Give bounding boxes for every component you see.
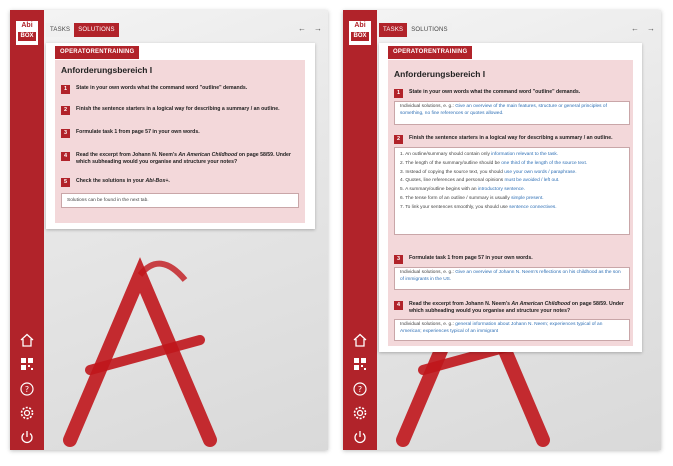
task-item: 1 State in your own words what the comma… (61, 85, 299, 94)
solution-box: Individual solutions, e. g.: general inf… (394, 319, 630, 341)
task-number: 3 (394, 255, 403, 264)
home-icon[interactable] (352, 332, 368, 348)
task-text: Formulate task 1 from page 57 in your ow… (76, 129, 200, 135)
task-text: State in your own words what the command… (76, 85, 248, 91)
svg-text:?: ? (358, 385, 362, 394)
page-navigation: ← → (298, 24, 322, 33)
task-number: 5 (61, 178, 70, 187)
tab-bar: TASKS SOLUTIONS (46, 23, 119, 37)
power-icon[interactable] (352, 429, 368, 445)
settings-icon[interactable] (19, 405, 35, 421)
list-item: 4. Quotes, line references and personal … (400, 178, 560, 184)
sidebar: Abi BOX ? (343, 10, 377, 450)
section-title: Anforderungsbereich I (61, 65, 153, 75)
task-number: 1 (61, 85, 70, 94)
task-item: 2 Finish the sentence starters in a logi… (394, 135, 630, 144)
list-item: 7. To link your sentences smoothly, you … (400, 204, 557, 210)
solution-box: Individual solutions, e. g.: Give an ove… (394, 101, 630, 125)
solution-card: OPERATORENTRAINING Anforderungsbereich I… (379, 43, 642, 352)
svg-text:?: ? (25, 385, 29, 394)
prev-arrow-icon[interactable]: ← (631, 24, 639, 33)
list-item: 5. A summary/outline begins with an intr… (400, 187, 526, 193)
task-text: State in your own words what the command… (409, 89, 581, 95)
tab-bar: TASKS SOLUTIONS (379, 23, 452, 37)
abi-box-logo[interactable]: Abi BOX (15, 20, 39, 46)
task-number: 4 (394, 301, 403, 310)
task-item: 4 Read the excerpt from Johann N. Neem's… (394, 301, 630, 315)
prev-arrow-icon[interactable]: ← (298, 24, 306, 33)
task-text: Check the solutions in your Abi-Box+. (76, 178, 170, 184)
card-body: Anforderungsbereich I 1 State in your ow… (388, 60, 633, 346)
help-icon[interactable]: ? (352, 381, 368, 397)
list-item: 1. An outline/summary should contain onl… (400, 152, 559, 157)
tablet-screen-tasks: Abi BOX ? TASKS SOLUTIONS ← → OPERATOREN… (10, 10, 328, 450)
power-icon[interactable] (19, 429, 35, 445)
task-text: Read the excerpt from Johann N. Neem's A… (409, 301, 624, 314)
task-item: 1 State in your own words what the comma… (394, 89, 630, 98)
task-item: 4 Read the excerpt from Johann N. Neem's… (61, 152, 299, 166)
task-text: Finish the sentence starters in a logica… (409, 135, 613, 141)
page-navigation: ← → (631, 24, 655, 33)
qr-code-icon[interactable] (19, 356, 35, 372)
card-header: OPERATORENTRAINING (388, 46, 473, 59)
list-item: 6. The tense form of an outline / summar… (400, 195, 544, 201)
solution-list: 1. An outline/summary should contain onl… (400, 152, 624, 211)
abi-box-logo[interactable]: Abi BOX (348, 20, 372, 46)
task-item: 3 Formulate task 1 from page 57 in your … (394, 255, 630, 264)
task-text: Read the excerpt from Johann N. Neem's A… (76, 152, 291, 165)
card-header: OPERATORENTRAINING (55, 46, 140, 59)
next-arrow-icon[interactable]: → (314, 24, 322, 33)
solution-note: Solutions can be found in the next tab. (61, 193, 299, 208)
task-item: 3 Formulate task 1 from page 57 in your … (61, 129, 299, 138)
list-item: 3. Instead of copying the source text, y… (400, 169, 577, 175)
task-item: 5 Check the solutions in your Abi-Box+. (61, 178, 299, 187)
task-number: 4 (61, 152, 70, 161)
solution-box: Individual solutions, e. g.: Give an ove… (394, 267, 630, 290)
tablet-screen-solutions: Abi BOX ? TASKS SOLUTIONS ← → OPERATOREN… (343, 10, 661, 450)
qr-code-icon[interactable] (352, 356, 368, 372)
solution-box: 1. An outline/summary should contain onl… (394, 147, 630, 235)
section-title: Anforderungsbereich I (394, 69, 486, 79)
next-arrow-icon[interactable]: → (647, 24, 655, 33)
screen: Abi BOX ? TASKS SOLUTIONS ← → OPERATOREN… (0, 0, 673, 466)
tab-solutions[interactable]: SOLUTIONS (74, 23, 119, 37)
task-text: Finish the sentence starters in a logica… (76, 106, 280, 112)
task-number: 1 (394, 89, 403, 98)
settings-icon[interactable] (352, 405, 368, 421)
task-item: 2 Finish the sentence starters in a logi… (61, 106, 299, 115)
sidebar: Abi BOX ? (10, 10, 44, 450)
tab-solutions[interactable]: SOLUTIONS (407, 23, 452, 37)
home-icon[interactable] (19, 332, 35, 348)
task-text: Formulate task 1 from page 57 in your ow… (409, 255, 533, 261)
task-number: 2 (61, 106, 70, 115)
task-number: 2 (394, 135, 403, 144)
card-body: Anforderungsbereich I 1 State in your ow… (55, 60, 305, 223)
task-card: OPERATORENTRAINING Anforderungsbereich I… (46, 43, 315, 229)
task-number: 3 (61, 129, 70, 138)
tab-tasks[interactable]: TASKS (46, 23, 75, 37)
tab-tasks[interactable]: TASKS (379, 23, 408, 37)
list-item: 2. The length of the summary/outline sho… (400, 160, 588, 166)
help-icon[interactable]: ? (19, 381, 35, 397)
